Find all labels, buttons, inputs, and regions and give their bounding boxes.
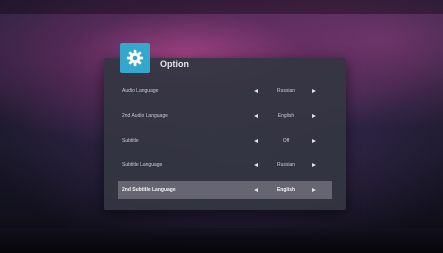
arrow-left-icon[interactable] xyxy=(254,163,258,168)
arrow-right-icon[interactable] xyxy=(312,113,316,118)
option-value: Russian xyxy=(276,88,296,94)
option-row-subtitle-language[interactable]: Subtitle Language Russian xyxy=(118,156,332,174)
option-label: Subtitle xyxy=(122,137,139,144)
arrow-left-icon[interactable] xyxy=(254,113,258,118)
arrow-right-icon[interactable] xyxy=(312,89,316,93)
arrow-left-icon[interactable] xyxy=(254,89,258,93)
arrow-right-icon[interactable] xyxy=(312,188,316,193)
gear-icon xyxy=(120,43,150,73)
arrow-right-icon[interactable] xyxy=(312,138,316,143)
arrow-right-icon[interactable] xyxy=(312,163,316,168)
option-value: Off xyxy=(282,137,290,144)
arrow-left-icon[interactable] xyxy=(254,138,258,143)
option-row-2nd-audio-language[interactable]: 2nd Audio Language English xyxy=(118,107,332,125)
option-value: English xyxy=(277,112,295,119)
arrow-left-icon[interactable] xyxy=(254,188,258,193)
option-value: English xyxy=(276,187,296,194)
option-row-subtitle[interactable]: Subtitle Off xyxy=(118,132,332,150)
dialog-title: Option xyxy=(160,59,189,69)
option-value: Russian xyxy=(276,162,296,169)
option-label: 2nd Subtitle Language xyxy=(122,187,176,194)
option-label: 2nd Audio Language xyxy=(122,112,168,119)
top-bar xyxy=(0,0,443,14)
options-list: Audio Language Russian 2nd Audio Languag… xyxy=(118,82,332,206)
screen: Option Audio Language Russian 2nd Audio … xyxy=(0,0,443,253)
option-label: Subtitle Language xyxy=(122,162,163,169)
option-dialog: Option Audio Language Russian 2nd Audio … xyxy=(104,43,346,210)
option-row-audio-language[interactable]: Audio Language Russian xyxy=(118,82,332,100)
option-label: Audio Language xyxy=(122,88,159,94)
bottom-strip xyxy=(0,228,443,253)
option-row-2nd-subtitle-language[interactable]: 2nd Subtitle Language English xyxy=(118,181,332,200)
